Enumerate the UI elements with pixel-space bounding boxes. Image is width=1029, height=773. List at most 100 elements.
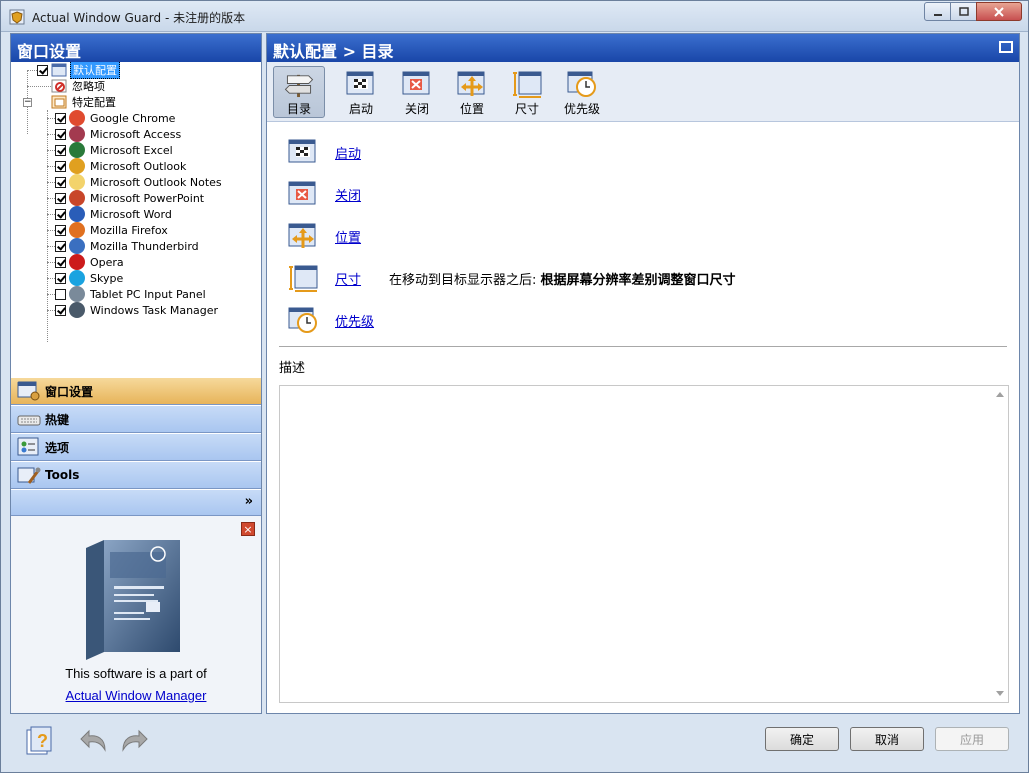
tree-item-app[interactable]: Mozilla Thunderbird (47, 238, 201, 254)
tab-priority[interactable]: 优先级 (556, 66, 608, 118)
tree-item-ignore[interactable]: 忽略项 (51, 78, 107, 94)
tree-line (47, 118, 55, 119)
undo-icon[interactable] (79, 726, 111, 756)
apply-button[interactable]: 应用 (935, 727, 1009, 751)
app-icon (69, 302, 85, 318)
tree-item-app[interactable]: Microsoft Excel (47, 142, 175, 158)
app-icon (69, 126, 85, 142)
tab-position[interactable]: 位置 (446, 66, 498, 118)
tab-close[interactable]: 关闭 (391, 66, 443, 118)
scroll-down-icon[interactable] (996, 691, 1004, 696)
close-icon (994, 6, 1004, 17)
position-link[interactable]: 位置 (335, 227, 361, 246)
size-description: 在移动到目标显示器之后: 根据屏幕分辨率差别调整窗口尺寸 (389, 269, 736, 288)
help-icon[interactable]: ? (25, 726, 57, 756)
config-tree[interactable]: − 默认配置 忽略项 特定配置 Google Chrome Microsoft A… (11, 62, 261, 400)
priority-link[interactable]: 优先级 (335, 311, 374, 330)
promo-close-icon[interactable]: × (241, 522, 255, 536)
redo-icon[interactable] (117, 726, 149, 756)
description-box[interactable] (279, 385, 1009, 703)
app-checkbox[interactable] (55, 160, 66, 172)
app-icon (69, 174, 85, 190)
app-checkbox[interactable] (55, 224, 66, 236)
app-icon (69, 206, 85, 222)
tree-item-app[interactable]: Skype (47, 270, 125, 286)
tree-item-app[interactable]: Microsoft Outlook (47, 158, 188, 174)
restore-panel-icon[interactable] (999, 41, 1013, 53)
move-arrows-icon (457, 71, 485, 96)
window-title: Actual Window Guard - 未注册的版本 (32, 11, 246, 25)
clock-icon (567, 71, 596, 97)
nav-hotkeys[interactable]: 热键 (11, 405, 261, 433)
tree-item-app[interactable]: Opera (47, 254, 126, 270)
tree-item-app[interactable]: Google Chrome (47, 110, 177, 126)
startup-flag-icon (288, 139, 316, 163)
app-checkbox[interactable] (55, 192, 66, 204)
right-pane: 默认配置 > 目录 目录 启动 关闭 位置 尺寸 优先级 启动 关闭 位置 尺寸… (266, 33, 1020, 714)
tab-contents[interactable]: 目录 (273, 66, 325, 118)
tree-line (47, 166, 55, 167)
startup-link[interactable]: 启动 (335, 143, 361, 162)
app-checkbox[interactable] (55, 272, 66, 284)
app-checkbox[interactable] (55, 304, 66, 316)
tree-item-app[interactable]: Tablet PC Input Panel (47, 286, 208, 302)
tree-item-label: 特定配置 (72, 96, 116, 109)
promo-link[interactable]: Actual Window Manager (11, 688, 261, 703)
nav-tools[interactable]: Tools (11, 461, 261, 489)
nav-options[interactable]: 选项 (11, 433, 261, 461)
tree-item-specific[interactable]: 特定配置 (51, 94, 118, 110)
tree-line (47, 150, 55, 151)
link-row-size: 尺寸 在移动到目标显示器之后: 根据屏幕分辨率差别调整窗口尺寸 (287, 263, 736, 293)
app-checkbox[interactable] (55, 144, 66, 156)
minimize-button[interactable] (924, 2, 951, 21)
tab-label: 关闭 (404, 102, 429, 116)
tree-item-app[interactable]: Microsoft Outlook Notes (47, 174, 224, 190)
title-bar[interactable]: Actual Window Guard - 未注册的版本 (1, 1, 1028, 32)
tree-item-app[interactable]: Windows Task Manager (47, 302, 220, 318)
app-icon (69, 110, 85, 126)
tree-item-app[interactable]: Microsoft Word (47, 206, 174, 222)
tree-item-default[interactable]: 默认配置 (37, 62, 120, 79)
default-checkbox[interactable] (37, 64, 48, 76)
tree-line (47, 110, 48, 342)
tree-item-label: Opera (90, 255, 124, 269)
cancel-button[interactable]: 取消 (850, 727, 924, 751)
description-label: 描述 (279, 361, 306, 376)
tab-size[interactable]: 尺寸 (501, 66, 553, 118)
link-row-startup: 启动 (287, 137, 361, 167)
keyboard-icon (17, 415, 41, 426)
window-close-icon (402, 71, 430, 95)
product-box-image (86, 540, 180, 660)
ok-button[interactable]: 确定 (765, 727, 839, 751)
tree-line (47, 182, 55, 183)
nav-window-settings[interactable]: 窗口设置 (11, 377, 261, 405)
size-link[interactable]: 尺寸 (335, 269, 361, 288)
tab-startup[interactable]: 启动 (335, 66, 387, 118)
tree-item-app[interactable]: Microsoft Access (47, 126, 183, 142)
app-checkbox[interactable] (55, 240, 66, 252)
scroll-up-icon[interactable] (996, 392, 1004, 397)
close-link[interactable]: 关闭 (335, 185, 361, 204)
tree-expander[interactable]: − (23, 98, 32, 107)
description-scrollbar[interactable] (992, 386, 1008, 702)
maximize-button[interactable] (950, 2, 977, 21)
tree-line (47, 198, 55, 199)
tree-item-app[interactable]: Microsoft PowerPoint (47, 190, 206, 206)
app-checkbox[interactable] (55, 208, 66, 220)
left-pane: 窗口设置 − 默认配置 忽略项 特定配置 Google Chrome Micros… (10, 33, 262, 714)
app-checkbox[interactable] (55, 128, 66, 140)
close-button[interactable] (976, 2, 1022, 21)
app-icon (69, 158, 85, 174)
app-shield-icon (9, 9, 25, 25)
nav-more-chevron[interactable]: » (11, 490, 261, 516)
app-checkbox[interactable] (55, 256, 66, 268)
app-checkbox[interactable] (55, 288, 66, 300)
tree-item-label: Microsoft Excel (90, 143, 173, 157)
tree-item-app[interactable]: Mozilla Firefox (47, 222, 170, 238)
app-checkbox[interactable] (55, 176, 66, 188)
window-settings-icon (17, 381, 40, 401)
tree-line (47, 278, 55, 279)
app-checkbox[interactable] (55, 112, 66, 124)
tree-item-label: Microsoft Word (90, 207, 172, 221)
maximize-icon (958, 6, 969, 16)
